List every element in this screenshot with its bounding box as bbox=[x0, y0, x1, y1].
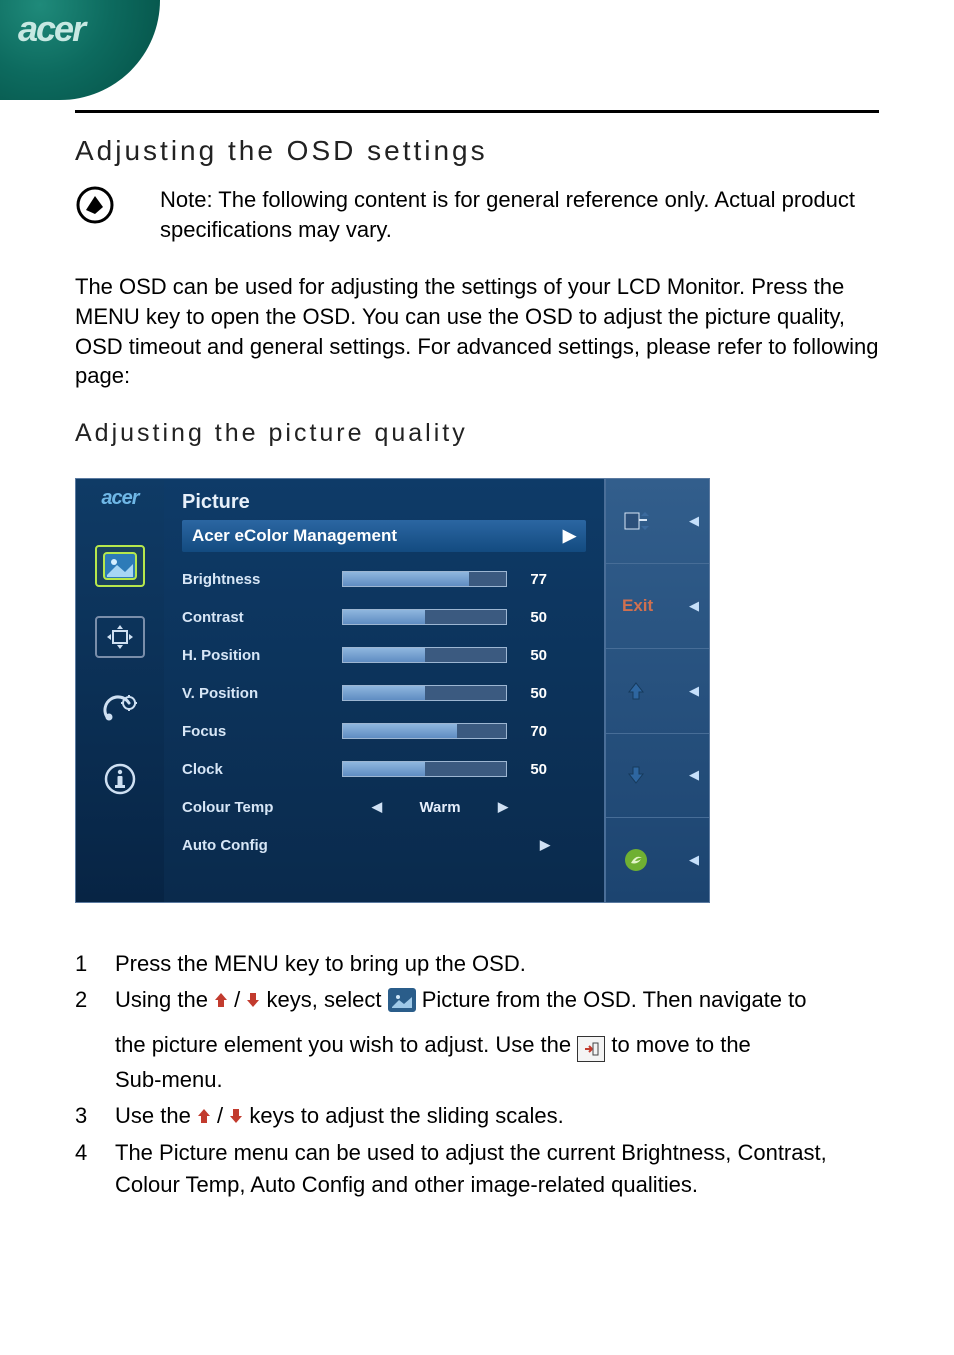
osd-label: Focus bbox=[182, 723, 342, 740]
osd-buttons: ◀ Exit ◀ ◀ ◀ bbox=[604, 479, 709, 902]
osd-body: Picture Acer eColor Management ▶ Brightn… bbox=[164, 479, 604, 902]
osd-value: 77 bbox=[517, 571, 547, 588]
horizontal-rule bbox=[75, 110, 879, 113]
exit-label: Exit bbox=[622, 596, 653, 616]
osd-tabstrip: acer bbox=[76, 479, 164, 902]
osd-label: Colour Temp bbox=[182, 799, 342, 816]
intro-paragraph: The OSD can be used for adjusting the se… bbox=[75, 272, 879, 391]
osd-btn-empower[interactable]: ◀ bbox=[606, 818, 709, 902]
caret-left-icon: ◀ bbox=[689, 683, 699, 699]
osd-label: Contrast bbox=[182, 609, 342, 626]
osd-row-clock[interactable]: Clock 50 bbox=[182, 750, 586, 788]
osd-submenu-label: Acer eColor Management bbox=[192, 526, 397, 546]
osd-slider[interactable] bbox=[342, 761, 507, 777]
osd-row-focus[interactable]: Focus 70 bbox=[182, 712, 586, 750]
instruction-list: 1 Press the MENU key to bring up the OSD… bbox=[75, 948, 879, 1201]
chevron-right-icon: ▶ bbox=[563, 526, 576, 546]
caret-left-icon: ◀ bbox=[689, 513, 699, 529]
arrow-up-icon bbox=[197, 1101, 211, 1133]
osd-tab-picture[interactable] bbox=[95, 545, 145, 587]
step-number: 2 bbox=[75, 984, 97, 1096]
step-number: 3 bbox=[75, 1100, 97, 1133]
step-1-text: Press the MENU key to bring up the OSD. bbox=[115, 948, 879, 980]
osd-brand: acer bbox=[101, 487, 138, 510]
chevron-right-icon: ▶ bbox=[540, 837, 550, 853]
note-icon bbox=[75, 185, 115, 230]
osd-btn-exit[interactable]: Exit ◀ bbox=[606, 564, 709, 649]
arrow-down-icon bbox=[622, 764, 650, 786]
osd-row-brightness[interactable]: Brightness 77 bbox=[182, 560, 586, 598]
osd-label: H. Position bbox=[182, 647, 342, 664]
arrow-up-icon bbox=[622, 680, 650, 702]
osd-btn-up[interactable]: ◀ bbox=[606, 649, 709, 734]
enter-icon bbox=[577, 1036, 605, 1062]
osd-value: 50 bbox=[517, 647, 547, 664]
step-3-text: Use the / keys to adjust the sliding sca… bbox=[115, 1100, 879, 1133]
empower-icon bbox=[622, 848, 650, 872]
osd-row-vposition[interactable]: V. Position 50 bbox=[182, 674, 586, 712]
picture-icon bbox=[388, 988, 416, 1012]
osd-slider[interactable] bbox=[342, 647, 507, 663]
arrow-down-icon bbox=[229, 1101, 243, 1133]
auto-icon bbox=[622, 508, 650, 534]
osd-row-hposition[interactable]: H. Position 50 bbox=[182, 636, 586, 674]
osd-slider[interactable] bbox=[342, 685, 507, 701]
caret-left-icon: ◀ bbox=[689, 852, 699, 868]
osd-tab-setting[interactable] bbox=[95, 687, 145, 729]
step-number: 4 bbox=[75, 1137, 97, 1201]
osd-tab-position[interactable] bbox=[95, 616, 145, 658]
osd-colourtemp-value: Warm bbox=[400, 799, 480, 816]
osd-value: 50 bbox=[517, 685, 547, 702]
section-title: Adjusting the picture quality bbox=[75, 419, 879, 448]
osd-label: V. Position bbox=[182, 685, 342, 702]
osd-row-colourtemp[interactable]: Colour Temp ◀ Warm ▶ bbox=[182, 788, 586, 826]
osd-value: 50 bbox=[517, 761, 547, 778]
brand-logo: acer bbox=[18, 8, 84, 50]
page-title: Adjusting the OSD settings bbox=[75, 135, 879, 167]
osd-panel: acer bbox=[75, 478, 710, 903]
arrow-up-icon bbox=[214, 985, 228, 1017]
note-text: Note: The following content is for gener… bbox=[160, 185, 879, 244]
osd-label: Clock bbox=[182, 761, 342, 778]
osd-value: 50 bbox=[517, 609, 547, 626]
osd-value: 70 bbox=[517, 723, 547, 740]
chevron-right-icon[interactable]: ▶ bbox=[498, 799, 508, 815]
osd-title: Picture bbox=[182, 487, 586, 520]
osd-row-contrast[interactable]: Contrast 50 bbox=[182, 598, 586, 636]
step-number: 1 bbox=[75, 948, 97, 980]
osd-label: Brightness bbox=[182, 571, 342, 588]
osd-submenu-ecolor[interactable]: Acer eColor Management ▶ bbox=[182, 520, 586, 552]
arrow-down-icon bbox=[246, 985, 260, 1017]
osd-slider[interactable] bbox=[342, 571, 507, 587]
osd-tab-info[interactable] bbox=[95, 758, 145, 800]
osd-slider[interactable] bbox=[342, 723, 507, 739]
osd-btn-down[interactable]: ◀ bbox=[606, 734, 709, 819]
caret-left-icon: ◀ bbox=[689, 767, 699, 783]
osd-label: Auto Config bbox=[182, 837, 342, 854]
caret-left-icon: ◀ bbox=[689, 598, 699, 614]
chevron-left-icon[interactable]: ◀ bbox=[372, 799, 382, 815]
osd-btn-auto[interactable]: ◀ bbox=[606, 479, 709, 564]
step-2-text: Using the / keys, select Picture from th… bbox=[115, 984, 879, 1096]
osd-row-autoconfig[interactable]: Auto Config ▶ bbox=[182, 826, 586, 864]
step-4-text: The Picture menu can be used to adjust t… bbox=[115, 1137, 879, 1201]
osd-slider[interactable] bbox=[342, 609, 507, 625]
